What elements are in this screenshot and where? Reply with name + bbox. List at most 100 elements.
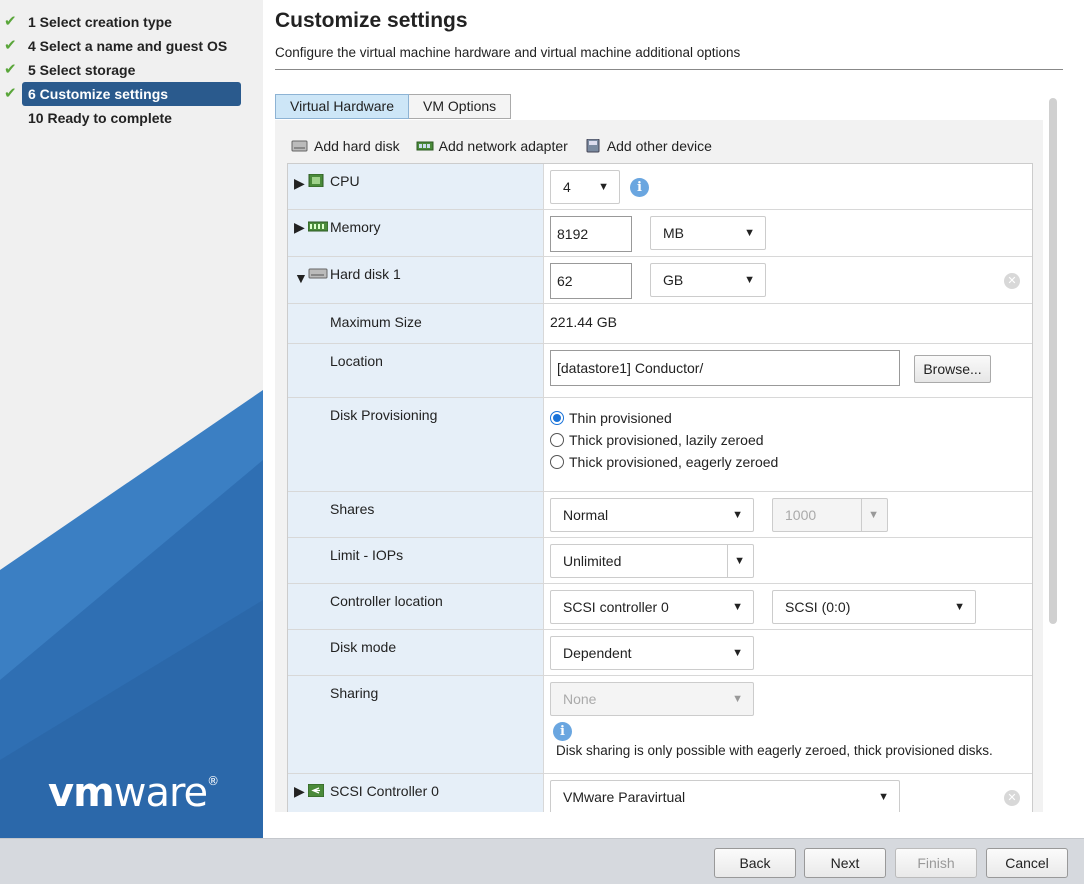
radio-thick-eager[interactable]: Thick provisioned, eagerly zeroed xyxy=(550,454,778,470)
chevron-down-icon: ▼ xyxy=(734,555,745,567)
hardware-row-location: Location [datastore1] Conductor/ Browse.… xyxy=(288,344,1032,398)
disk-unit-select[interactable]: GB ▼ xyxy=(650,263,766,297)
disk-mode-label: Disk mode xyxy=(330,639,397,655)
tab-bar: Virtual Hardware VM Options xyxy=(275,94,512,119)
next-button[interactable]: Next xyxy=(804,848,886,878)
memory-icon xyxy=(308,221,328,232)
remove-hard-disk-icon[interactable]: ✕ xyxy=(1004,273,1020,289)
location-input[interactable]: [datastore1] Conductor/ xyxy=(550,350,900,386)
hardware-row-sharing: Sharing None ▼ i Disk sharing is only po… xyxy=(288,676,1032,774)
memory-size-input[interactable]: 8192 xyxy=(550,216,632,252)
scsi-type-value: VMware Paravirtual xyxy=(563,789,686,805)
disk-mode-value: Dependent xyxy=(563,645,632,661)
shares-label: Shares xyxy=(330,501,375,517)
add-other-device-label: Add other device xyxy=(606,138,712,154)
location-label: Location xyxy=(330,353,383,369)
remove-scsi-controller-icon[interactable]: ✕ xyxy=(1004,790,1020,806)
info-icon[interactable]: i xyxy=(630,178,649,197)
add-network-adapter-button[interactable]: Add network adapter xyxy=(416,138,568,154)
hardware-toolbar: Add hard disk Add network adapter Add ot… xyxy=(291,138,712,154)
add-network-adapter-label: Add network adapter xyxy=(438,138,568,154)
chevron-down-icon: ▼ xyxy=(732,693,743,705)
radio-selected-icon xyxy=(550,411,564,425)
tab-vm-options[interactable]: VM Options xyxy=(409,94,512,119)
controller-slot-value: SCSI (0:0) xyxy=(785,599,851,615)
check-icon: ✔ xyxy=(4,37,17,54)
radio-label: Thick provisioned, eagerly zeroed xyxy=(569,454,779,470)
check-icon: ✔ xyxy=(4,85,17,102)
controller-slot-select[interactable]: SCSI (0:0) ▼ xyxy=(772,590,976,624)
hardware-row-controller-location: Controller location SCSI controller 0 ▼ … xyxy=(288,584,1032,630)
max-size-label: Maximum Size xyxy=(330,314,422,330)
wizard-step-4[interactable]: ✔ 4 Select a name and guest OS xyxy=(4,34,241,58)
cancel-button[interactable]: Cancel xyxy=(986,848,1068,878)
wizard-steps: ✔ 1 Select creation type ✔ 4 Select a na… xyxy=(0,8,263,130)
hardware-row-shares: Shares Normal ▼ 1000 ▼ xyxy=(288,492,1032,538)
check-icon: ✔ xyxy=(4,13,17,30)
browse-button[interactable]: Browse... xyxy=(914,355,991,383)
hardware-panel: Add hard disk Add network adapter Add ot… xyxy=(275,120,1043,812)
collapse-icon[interactable]: ▼ xyxy=(294,270,308,286)
network-adapter-icon xyxy=(416,141,434,151)
sharing-value: None xyxy=(563,691,597,707)
add-hard-disk-button[interactable]: Add hard disk xyxy=(291,138,400,154)
hardware-row-value: Normal ▼ 1000 ▼ xyxy=(544,492,1032,537)
chevron-down-icon: ▼ xyxy=(744,274,755,286)
hardware-row-memory: ▶ Memory 8192 MB ▼ xyxy=(288,210,1032,257)
radio-icon xyxy=(550,433,564,447)
radio-thin-provisioned[interactable]: Thin provisioned xyxy=(550,410,672,426)
wizard-step-5[interactable]: ✔ 5 Select storage xyxy=(4,58,241,82)
memory-label: Memory xyxy=(330,219,381,235)
hardware-row-label: Maximum Size xyxy=(288,304,544,343)
hardware-row-limit-iops: Limit - IOPs Unlimited ▼ xyxy=(288,538,1032,584)
memory-unit-select[interactable]: MB ▼ xyxy=(650,216,766,250)
expand-icon[interactable]: ▶ xyxy=(294,175,305,192)
scrollbar[interactable] xyxy=(1049,98,1057,624)
controller-select[interactable]: SCSI controller 0 ▼ xyxy=(550,590,754,624)
hardware-row-value: Unlimited ▼ xyxy=(544,538,1032,583)
shares-number: 1000 xyxy=(785,507,817,523)
tab-virtual-hardware[interactable]: Virtual Hardware xyxy=(275,94,410,119)
vmware-logo: vmware® xyxy=(48,770,219,816)
controller-location-label: Controller location xyxy=(330,593,443,609)
hardware-row-label: Controller location xyxy=(288,584,544,629)
wizard-step-label: 1 Select creation type xyxy=(28,14,172,30)
page-title: Customize settings xyxy=(275,9,468,32)
wizard-step-label: 10 Ready to complete xyxy=(28,110,172,126)
shares-select[interactable]: Normal ▼ xyxy=(550,498,754,532)
cpu-count-select[interactable]: 4 ▼ xyxy=(550,170,620,204)
radio-thick-lazy[interactable]: Thick provisioned, lazily zeroed xyxy=(550,432,764,448)
expand-icon[interactable]: ▶ xyxy=(294,219,305,236)
hardware-row-label: ▶ CPU xyxy=(288,164,544,209)
add-other-device-button[interactable]: Add other device xyxy=(584,138,712,154)
sharing-note: Disk sharing is only possible with eager… xyxy=(556,743,993,758)
radio-label: Thin provisioned xyxy=(569,410,672,426)
wizard-step-6[interactable]: ✔ 6 Customize settings xyxy=(4,82,241,106)
hardware-row-value: 4 ▼ i xyxy=(544,164,1032,209)
cpu-label: CPU xyxy=(330,173,360,189)
wizard-step-1[interactable]: ✔ 1 Select creation type xyxy=(4,10,241,34)
finish-button[interactable]: Finish xyxy=(895,848,977,878)
disk-size-input[interactable]: 62 xyxy=(550,263,632,299)
hardware-row-label: ▼ Hard disk 1 xyxy=(288,257,544,303)
hardware-row-label: Sharing xyxy=(288,676,544,773)
limit-iops-select[interactable]: Unlimited ▼ xyxy=(550,544,754,578)
back-button[interactable]: Back xyxy=(714,848,796,878)
scsi-controller-icon xyxy=(308,784,324,797)
cpu-icon xyxy=(308,174,324,187)
expand-icon[interactable]: ▶ xyxy=(294,783,305,800)
hardware-row-label: Shares xyxy=(288,492,544,537)
wizard-step-10[interactable]: 10 Ready to complete xyxy=(22,106,241,130)
scsi-type-select[interactable]: VMware Paravirtual ▼ xyxy=(550,780,900,812)
disk-mode-select[interactable]: Dependent ▼ xyxy=(550,636,754,670)
hardware-row-value: None ▼ i Disk sharing is only possible w… xyxy=(544,676,1032,773)
hardware-row-scsi-controller: ▶ SCSI Controller 0 VMware Paravirtual ▼… xyxy=(288,774,1032,812)
hardware-row-value: VMware Paravirtual ▼ ✕ xyxy=(544,774,1032,812)
hardware-row-max-size: Maximum Size 221.44 GB xyxy=(288,304,1032,344)
wizard-step-label: 4 Select a name and guest OS xyxy=(28,38,228,54)
hardware-row-hard-disk: ▼ Hard disk 1 62 GB ▼ ✕ xyxy=(288,257,1032,304)
wizard-sidebar: ✔ 1 Select creation type ✔ 4 Select a na… xyxy=(0,0,263,838)
hardware-row-value: 8192 MB ▼ xyxy=(544,210,1032,256)
add-hard-disk-label: Add hard disk xyxy=(314,138,400,154)
info-icon: i xyxy=(553,722,572,741)
